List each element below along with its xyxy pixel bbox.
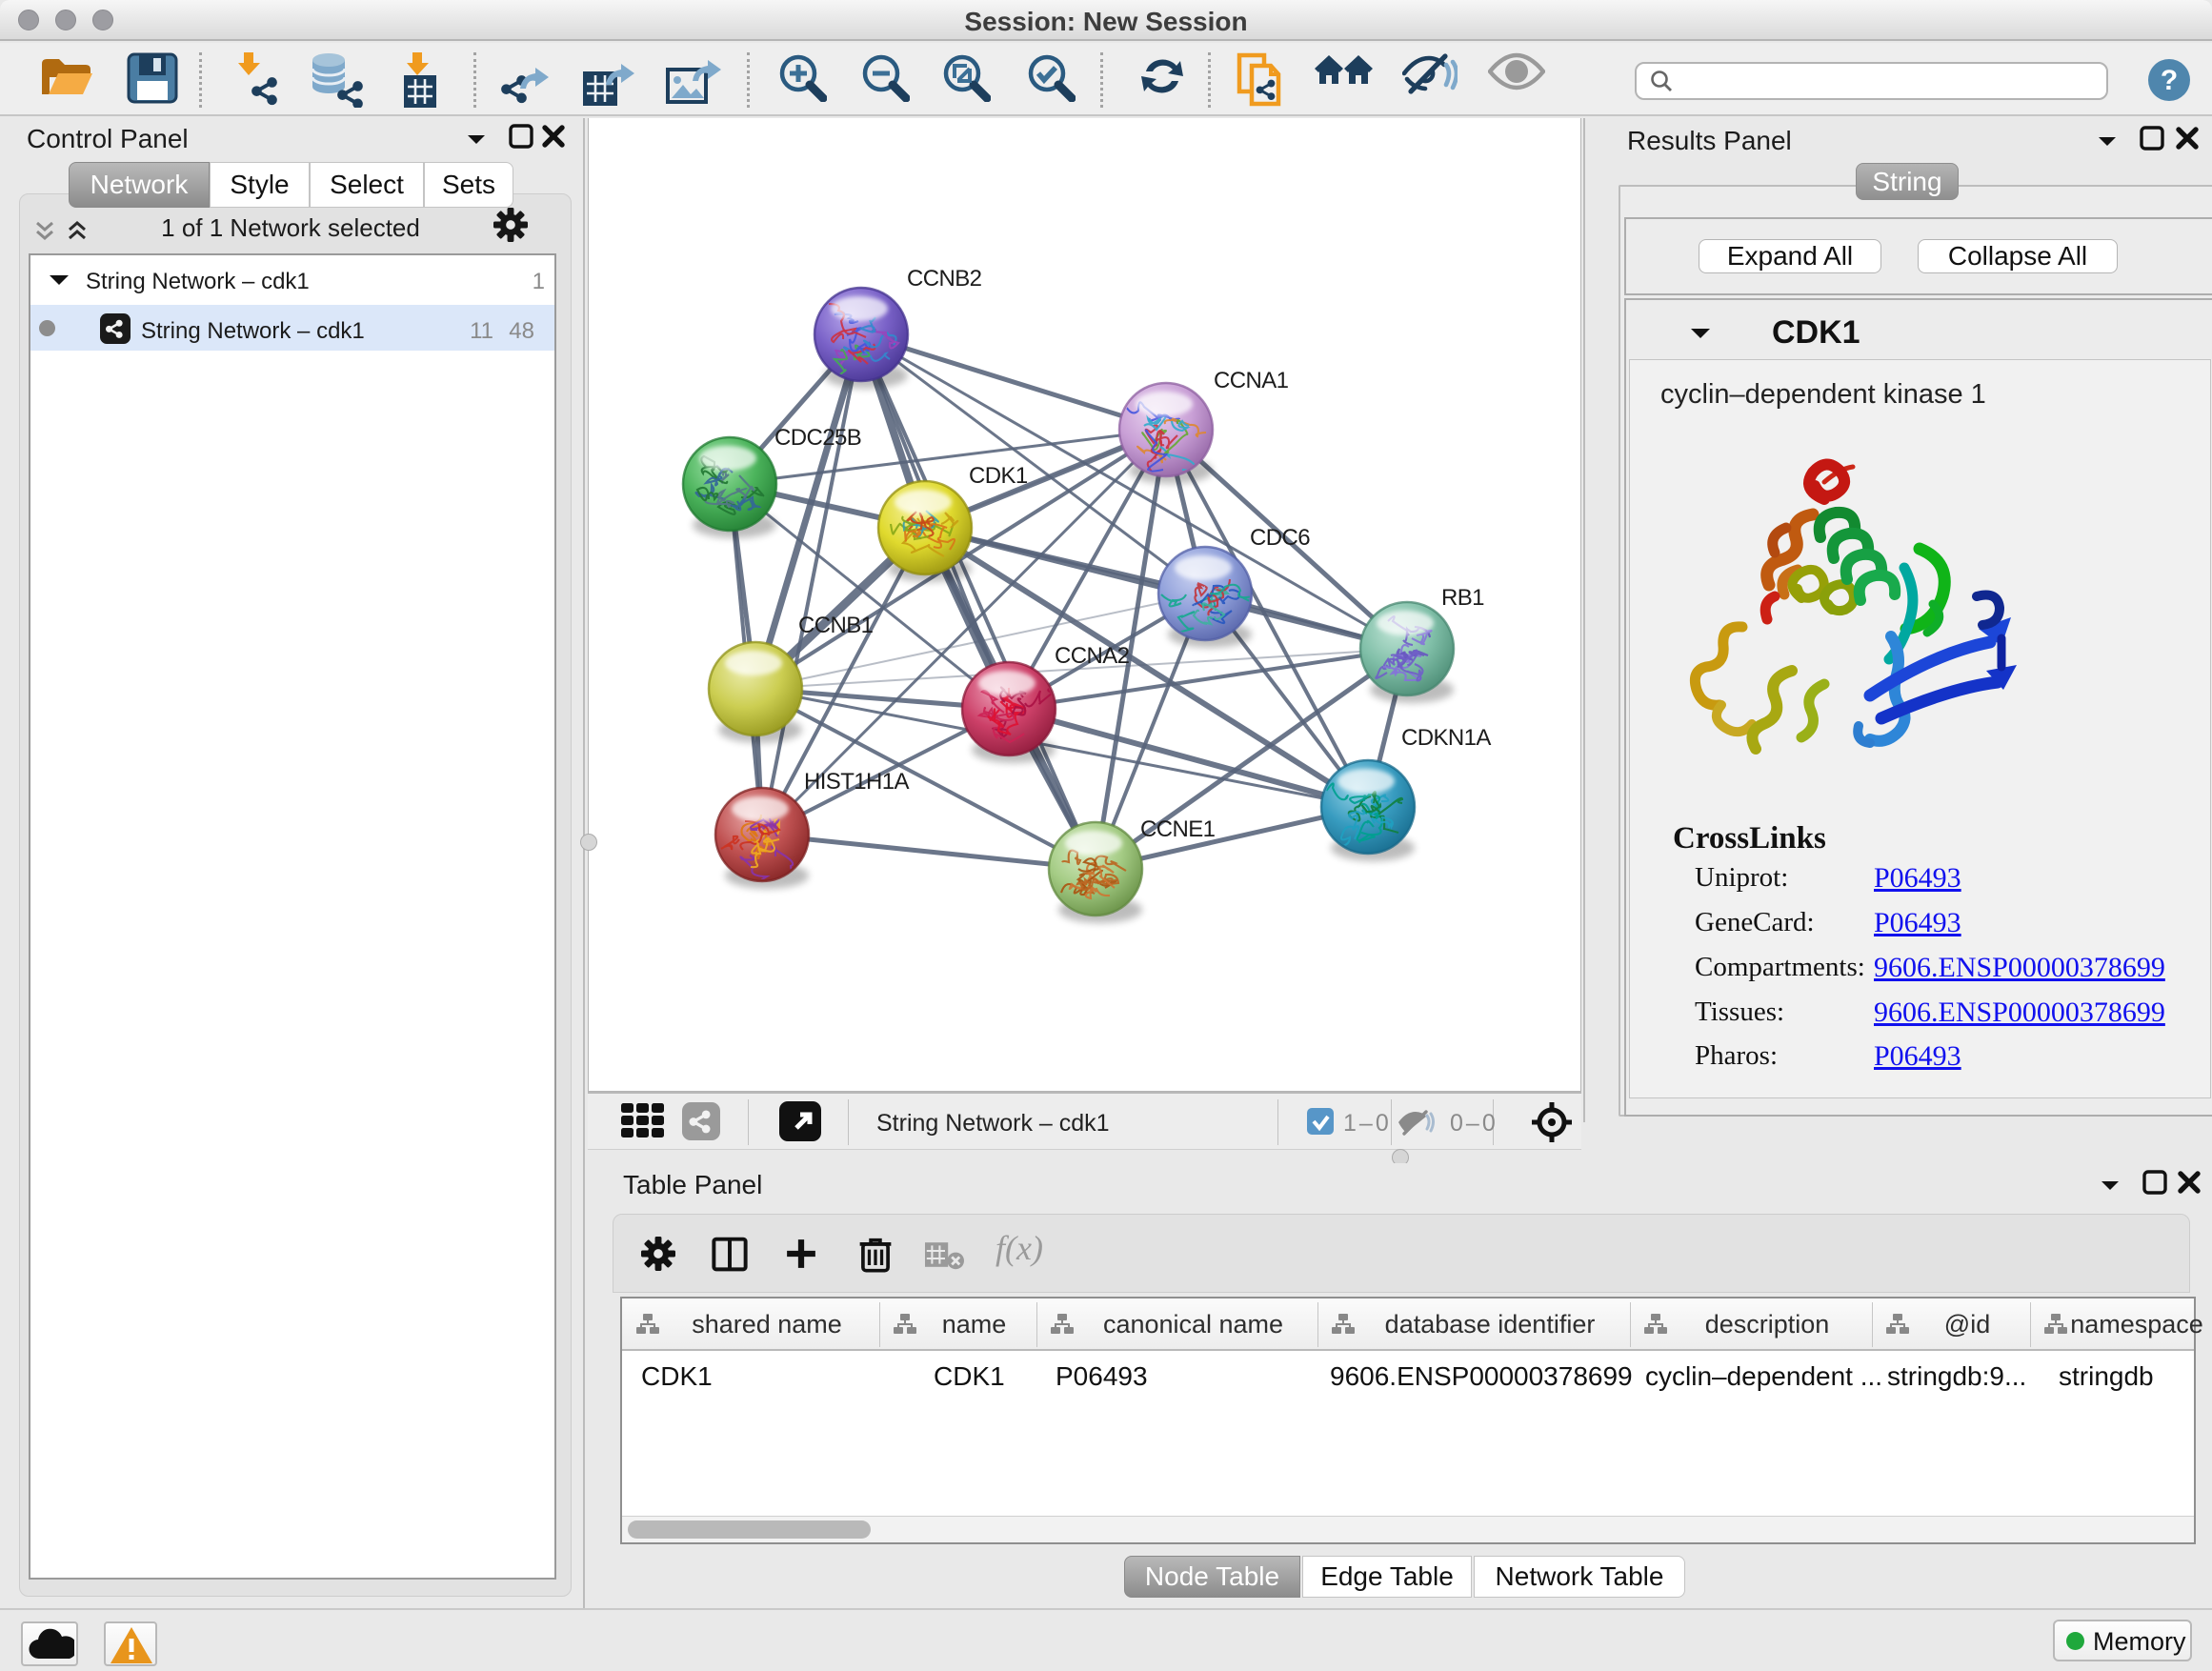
svg-text:CDC6: CDC6: [1250, 525, 1310, 551]
svg-text:CCNA2: CCNA2: [1055, 643, 1130, 669]
svg-text:CCNB1: CCNB1: [798, 613, 874, 638]
svg-text:HIST1H1A: HIST1H1A: [804, 769, 909, 795]
svg-text:CCNB2: CCNB2: [907, 266, 982, 292]
svg-text:CCNA1: CCNA1: [1214, 368, 1289, 393]
svg-text:CDC25B: CDC25B: [774, 425, 861, 451]
svg-text:CCNE1: CCNE1: [1140, 816, 1216, 842]
svg-text:CDKN1A: CDKN1A: [1401, 725, 1491, 751]
svg-text:?: ?: [2161, 65, 2178, 96]
svg-text:RB1: RB1: [1441, 585, 1484, 611]
svg-text:CDK1: CDK1: [969, 463, 1028, 489]
